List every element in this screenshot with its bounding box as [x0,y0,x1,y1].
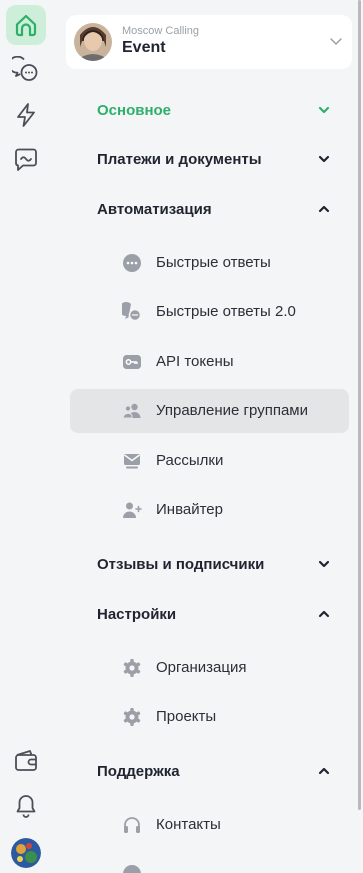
menu-item-api-tokens[interactable]: API токены [70,340,349,384]
section-automation[interactable]: Автоматизация [97,194,342,224]
chevron-down-icon [318,560,330,568]
user-avatar-image [11,838,41,868]
chevron-up-icon [318,610,330,618]
menu-item-quick-replies-v2[interactable]: Быстрые ответы 2.0 [70,290,349,334]
menu-item-group-management[interactable]: Управление группами [70,389,349,433]
group-management-icon [122,403,141,419]
wallet-icon [15,750,37,771]
scrollbar[interactable] [358,0,361,810]
menu-item-inviter[interactable]: Инвайтер [70,488,349,532]
workspace-avatar [74,23,112,61]
menu-item-label: Организация [156,659,247,676]
section-reviews[interactable]: Отзывы и подписчики [97,549,342,579]
rail-chats-button[interactable] [6,50,46,90]
gear-icon [123,659,141,677]
menu-item-label: Рассылки [156,452,224,469]
section-label: Настройки [97,606,177,623]
menu-item-organization[interactable]: Организация [70,646,349,690]
menu-item-label: Проекты [156,708,217,725]
menu-item-partial[interactable] [70,852,349,873]
user-avatar[interactable] [11,838,41,868]
section-settings[interactable]: Настройки [97,599,342,629]
section-support[interactable]: Поддержка [97,756,342,786]
rail-automation-button[interactable] [6,95,46,135]
rail-notifications-button[interactable] [6,786,46,826]
chats-icon [12,56,38,81]
section-main[interactable]: Основное [97,95,342,125]
section-label: Основное [97,102,172,119]
gear-icon [123,708,141,726]
chevron-down-icon [318,106,330,114]
menu-item-contacts[interactable]: Контакты [70,803,349,847]
workspace-subtitle: Moscow Calling [122,25,200,37]
section-label: Платежи и документы [97,151,262,168]
menu-item-label: Инвайтер [156,501,223,518]
menu-item-label: Управление группами [156,402,308,419]
chevron-down-icon [318,155,330,163]
menu-item-quick-replies[interactable]: Быстрые ответы [70,241,349,285]
menu-item-projects[interactable]: Проекты [70,695,349,739]
section-label: Отзывы и подписчики [97,556,265,573]
section-payments[interactable]: Платежи и документы [97,144,342,174]
headphones-icon [124,817,140,833]
mailing-icon [124,454,140,469]
workspace-avatar-image [74,23,112,61]
api-key-icon [123,355,141,369]
menu-item-label: Контакты [156,816,221,833]
rail-messages-button[interactable] [6,140,46,180]
menu-item-label: Быстрые ответы [156,254,271,271]
chevron-up-icon [318,767,330,775]
chevron-up-icon [318,205,330,213]
bell-icon [16,795,36,818]
section-label: Поддержка [97,763,180,780]
workspace-switcher[interactable]: Moscow Calling Event [66,15,352,69]
left-rail [0,0,52,873]
menu-item-icon [123,865,141,873]
quick-reply-icon [123,254,141,272]
section-label: Автоматизация [97,201,212,218]
chevron-down-icon [330,38,342,46]
rail-home-button[interactable] [6,5,46,45]
rail-wallet-button[interactable] [6,741,46,781]
chat-wave-icon [15,148,37,171]
add-user-icon [123,502,142,518]
home-icon [15,14,37,37]
menu-item-label: API токены [156,353,234,370]
menu-item-mailings[interactable]: Рассылки [70,439,349,483]
workspace-name: Event [122,39,166,56]
quick-reply-v2-icon [122,302,142,322]
lightning-icon [17,103,35,127]
menu-item-label: Быстрые ответы 2.0 [156,303,296,320]
